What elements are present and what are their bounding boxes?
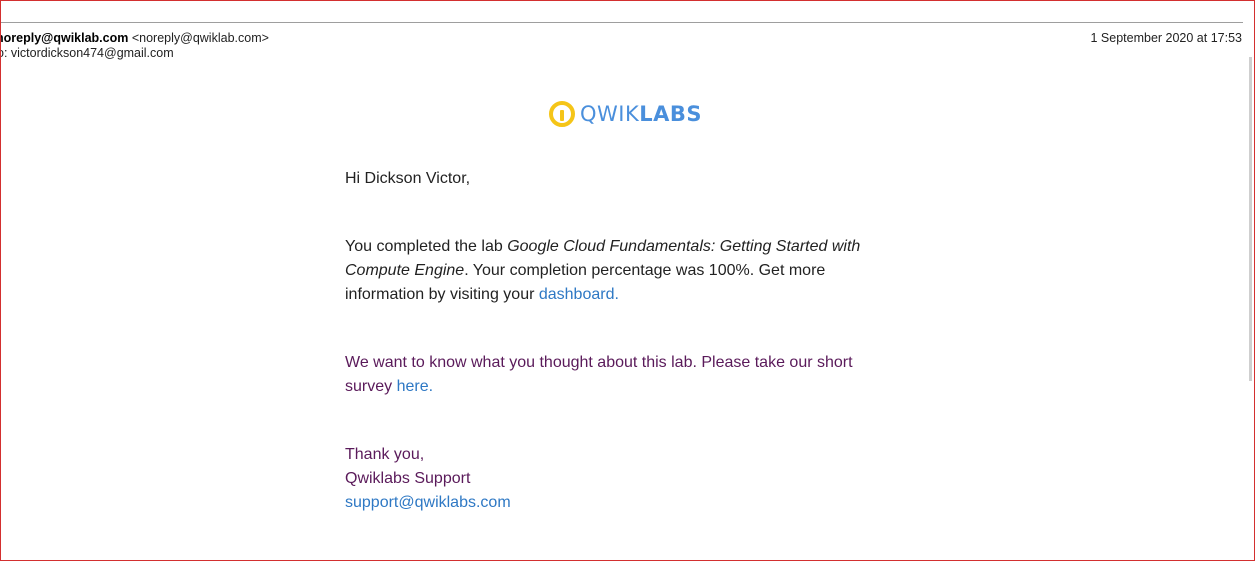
survey-link[interactable]: here. <box>397 378 433 395</box>
qwiklabs-logo-icon <box>549 101 575 127</box>
email-body: Hi Dickson Victor, You completed the lab… <box>345 167 885 515</box>
dashboard-link[interactable]: dashboard. <box>539 286 619 303</box>
logo-text-light: QWIK <box>580 102 640 126</box>
email-viewer: noreply@qwiklab.com <noreply@qwiklab.com… <box>0 0 1255 561</box>
completed-prefix: You completed the lab <box>345 238 508 255</box>
from-line: noreply@qwiklab.com <noreply@qwiklab.com… <box>1 31 269 45</box>
recipient-line: o: victordickson474@gmail.com <box>0 46 174 60</box>
support-email-link[interactable]: support@qwiklabs.com <box>345 494 511 511</box>
greeting: Hi Dickson Victor, <box>345 170 471 187</box>
vertical-scrollbar[interactable] <box>1249 57 1252 381</box>
email-date: 1 September 2020 at 17:53 <box>1090 31 1242 45</box>
header-divider <box>1 22 1243 23</box>
qwiklabs-logo: QWIKLABS <box>549 99 702 129</box>
logo-wordmark: QWIKLABS <box>580 102 702 126</box>
sender-address[interactable]: <noreply@qwiklab.com> <box>132 31 269 45</box>
completion-paragraph: You completed the lab Google Cloud Funda… <box>345 235 885 307</box>
survey-paragraph: We want to know what you thought about t… <box>345 351 885 399</box>
sender-name[interactable]: noreply@qwiklab.com <box>1 31 128 45</box>
thanks-text: Thank you, <box>345 446 425 463</box>
logo-text-bold: LABS <box>639 102 703 126</box>
signoff-block: Thank you, Qwiklabs Support support@qwik… <box>345 443 885 515</box>
team-name: Qwiklabs Support <box>345 470 471 487</box>
